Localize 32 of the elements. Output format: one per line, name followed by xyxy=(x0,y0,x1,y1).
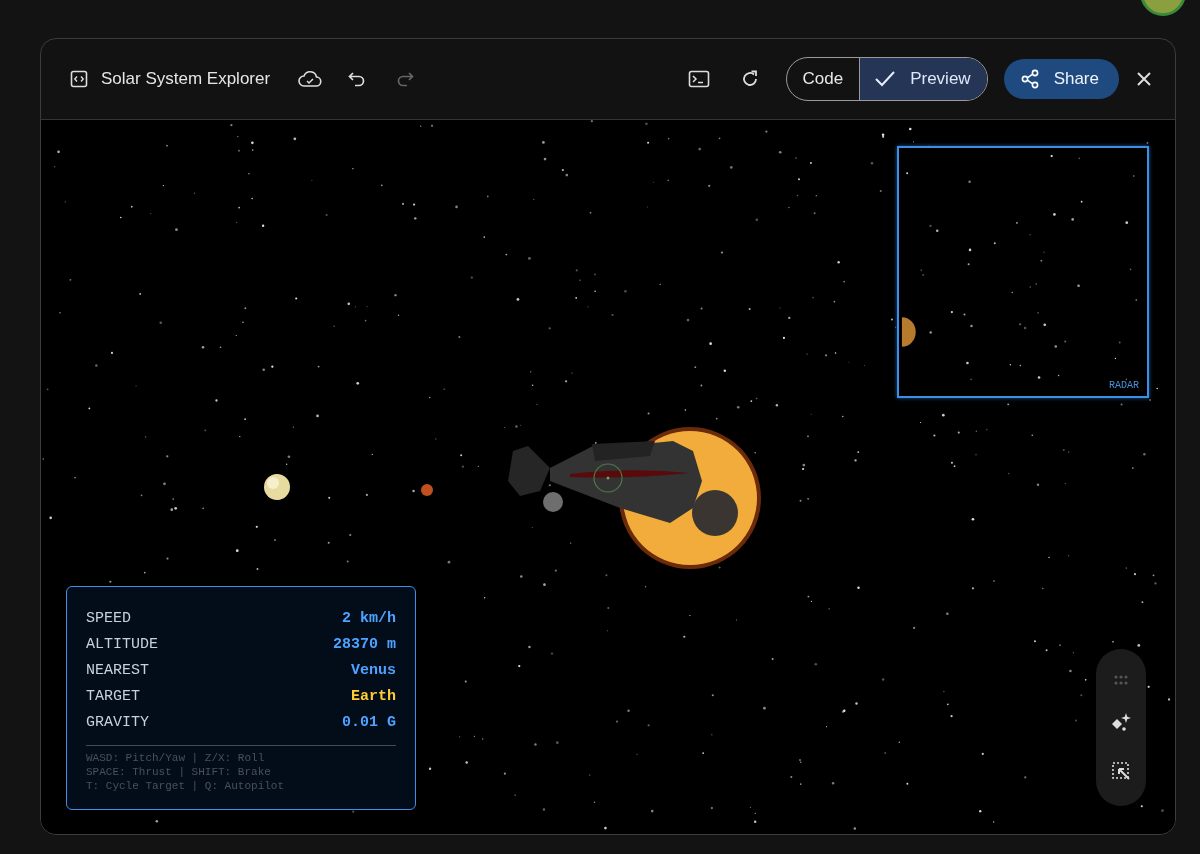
terminal-icon[interactable] xyxy=(687,70,710,88)
hud-value: Earth xyxy=(351,687,396,705)
view-tab[interactable]: Preview xyxy=(859,58,987,100)
hud-label: TARGET xyxy=(86,687,140,705)
check-icon xyxy=(874,70,897,88)
share-button[interactable]: Share xyxy=(1003,59,1119,99)
hud-label: GRAVITY xyxy=(86,713,149,731)
controls-help-text: T: Cycle Target | Q: Autopilot xyxy=(86,779,286,793)
controls-help-text: WASD: Pitch/Yaw | Z/X: Roll xyxy=(86,751,266,765)
radar-blip xyxy=(901,317,916,347)
hud-label: NEAREST xyxy=(86,661,149,679)
radar-label: RADAR xyxy=(1109,380,1139,391)
redo-icon[interactable] xyxy=(396,71,415,87)
small-planet xyxy=(421,484,433,496)
hud-label: ALTITUDE xyxy=(86,635,158,653)
moon xyxy=(543,492,563,512)
dark-moon xyxy=(692,490,738,536)
hud-value: 28370 m xyxy=(333,635,396,653)
drag-handle-icon[interactable] xyxy=(1114,674,1128,685)
view-tab[interactable]: Code xyxy=(786,58,860,100)
hud-value: Venus xyxy=(351,661,396,679)
hud-value: 2 km/h xyxy=(342,609,396,627)
share-icon xyxy=(1019,69,1040,89)
undo-icon[interactable] xyxy=(348,71,367,87)
close-icon[interactable] xyxy=(1137,72,1151,86)
code-icon xyxy=(69,69,89,89)
hud-label: SPEED xyxy=(86,609,131,627)
controls-help-text: SPACE: Thrust | SHIFT: Brake xyxy=(86,765,272,779)
gas-giant-planet xyxy=(264,474,290,500)
app-title: Solar System Explorer xyxy=(101,69,271,89)
hud-value: 0.01 G xyxy=(342,713,396,731)
cloud-check-icon[interactable] xyxy=(298,70,323,88)
